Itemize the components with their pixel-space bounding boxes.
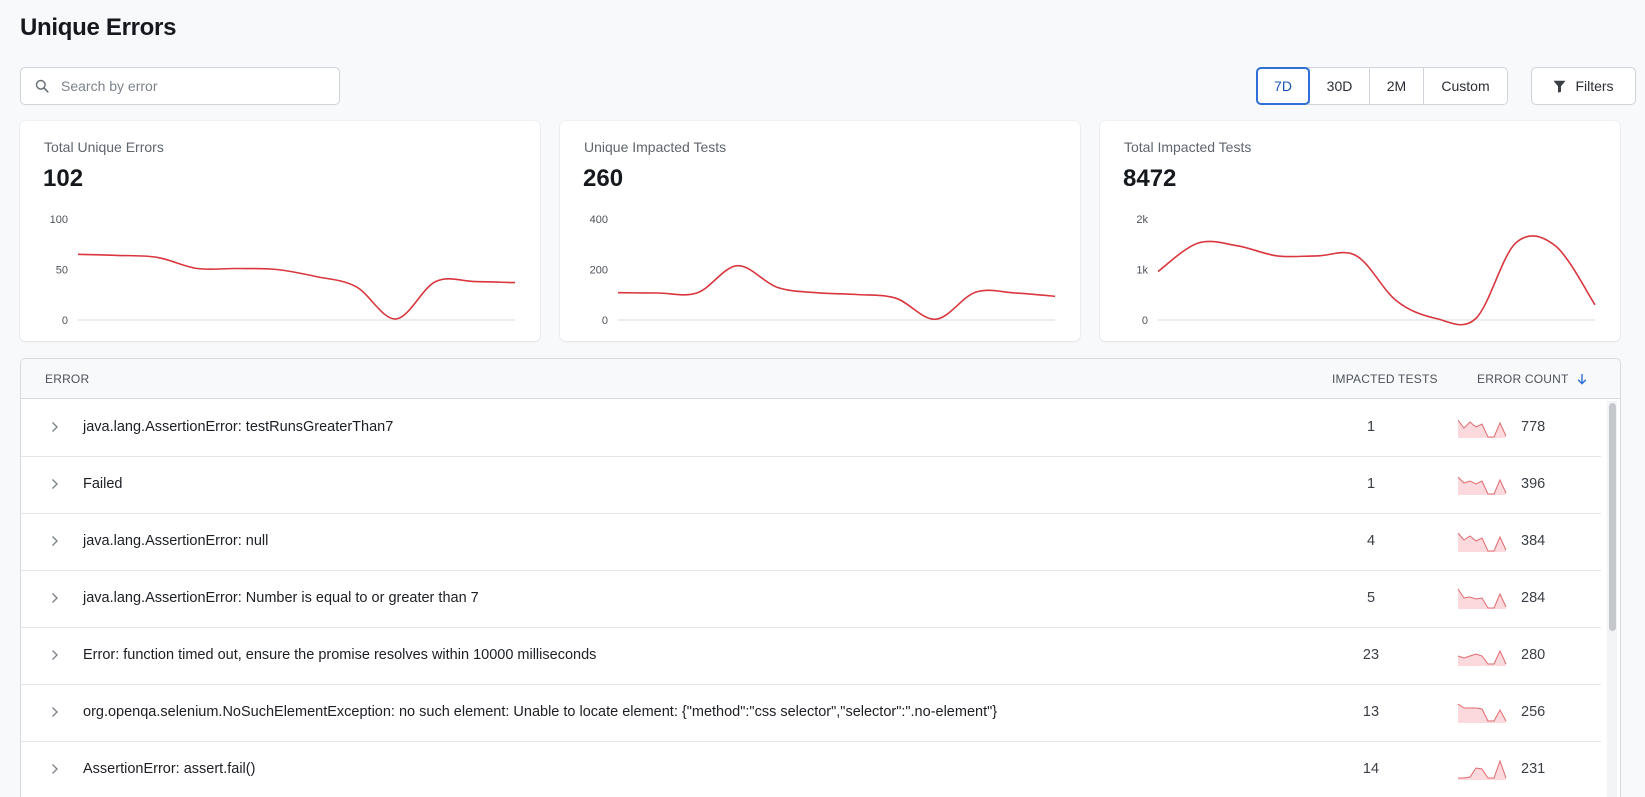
table-row[interactable]: AssertionError: assert.fail() 14 231 bbox=[21, 742, 1601, 797]
sparkline-area bbox=[1458, 420, 1506, 438]
chevron-right-icon[interactable] bbox=[51, 649, 59, 661]
column-header-error[interactable]: ERROR bbox=[45, 372, 89, 386]
error-count: 778 bbox=[1521, 419, 1546, 435]
table-header: ERROR IMPACTED TESTS ERROR COUNT bbox=[21, 359, 1620, 399]
table-row[interactable]: Error: function timed out, ensure the pr… bbox=[21, 628, 1601, 685]
trend-line bbox=[1157, 235, 1596, 326]
y-axis-tick-label: 0 bbox=[602, 315, 608, 327]
date-range-selector: 7D 30D 2M Custom bbox=[1256, 67, 1508, 105]
error-count: 284 bbox=[1521, 590, 1546, 606]
table-row[interactable]: java.lang.AssertionError: Number is equa… bbox=[21, 571, 1601, 628]
impacted-tests-count: 4 bbox=[1366, 533, 1376, 549]
error-count: 280 bbox=[1521, 647, 1546, 663]
errors-table: ERROR IMPACTED TESTS ERROR COUNT java.la… bbox=[20, 358, 1621, 797]
scrollbar-thumb[interactable] bbox=[1609, 403, 1616, 631]
y-axis-tick-label: 100 bbox=[50, 214, 68, 226]
y-axis-tick-label: 2k bbox=[1136, 214, 1148, 226]
trend-line bbox=[617, 264, 1056, 321]
chevron-right-icon[interactable] bbox=[51, 763, 59, 775]
y-axis-tick-label: 0 bbox=[62, 315, 68, 327]
metric-trend-chart: 2k 1k 0 bbox=[1136, 214, 1596, 327]
sparkline-area bbox=[1458, 477, 1506, 495]
impacted-tests-count: 23 bbox=[1362, 647, 1380, 663]
error-count: 231 bbox=[1521, 761, 1546, 777]
error-message: Failed bbox=[83, 476, 123, 492]
range-2m-button[interactable]: 2M bbox=[1369, 68, 1423, 104]
page-title: Unique Errors bbox=[20, 14, 177, 41]
metric-card-total-impacted-tests: Total Impacted Tests 8472 2k 1k 0 bbox=[1100, 121, 1620, 341]
metric-trend-chart: 100 50 0 bbox=[50, 214, 516, 327]
search-input[interactable] bbox=[61, 78, 321, 94]
filters-label: Filters bbox=[1575, 78, 1614, 94]
metric-trend-chart: 400 200 0 bbox=[590, 214, 1056, 327]
y-axis-tick-label: 200 bbox=[590, 265, 608, 277]
chevron-right-icon[interactable] bbox=[51, 535, 59, 547]
search-icon bbox=[35, 79, 49, 93]
trend-line bbox=[77, 253, 516, 320]
chevron-right-icon[interactable] bbox=[51, 706, 59, 718]
chevron-right-icon[interactable] bbox=[51, 478, 59, 490]
range-30d-button[interactable]: 30D bbox=[1309, 68, 1369, 104]
error-count: 384 bbox=[1521, 533, 1546, 549]
chevron-right-icon[interactable] bbox=[51, 421, 59, 433]
error-message: java.lang.AssertionError: null bbox=[83, 533, 269, 549]
impacted-tests-count: 1 bbox=[1366, 419, 1376, 435]
error-count-sparkline bbox=[1457, 532, 1507, 552]
table-row[interactable]: java.lang.AssertionError: null 4 384 bbox=[21, 514, 1601, 571]
search-box[interactable] bbox=[20, 67, 340, 105]
error-count-sparkline bbox=[1457, 703, 1507, 723]
filters-button[interactable]: Filters bbox=[1531, 67, 1636, 105]
sparkline-area bbox=[1458, 704, 1506, 723]
error-count-sparkline bbox=[1458, 759, 1507, 780]
error-message: Error: function timed out, ensure the pr… bbox=[83, 647, 597, 663]
metric-card-unique-impacted-tests: Unique Impacted Tests 260 400 200 0 bbox=[560, 121, 1080, 341]
impacted-tests-count: 13 bbox=[1362, 704, 1380, 720]
error-count-sparkline bbox=[1457, 588, 1507, 609]
sort-descending-icon[interactable] bbox=[1577, 373, 1587, 385]
y-axis-tick-label: 400 bbox=[590, 214, 608, 226]
error-count-sparkline bbox=[1457, 476, 1507, 495]
y-axis-tick-label: 50 bbox=[56, 265, 68, 277]
error-message: AssertionError: assert.fail() bbox=[83, 761, 256, 777]
error-message: org.openqa.selenium.NoSuchElementExcepti… bbox=[83, 704, 998, 720]
error-count: 396 bbox=[1521, 476, 1546, 492]
range-custom-button[interactable]: Custom bbox=[1423, 68, 1507, 104]
filter-icon bbox=[1553, 80, 1566, 93]
sparkline-area bbox=[1458, 589, 1506, 609]
error-message: java.lang.AssertionError: testRunsGreate… bbox=[83, 419, 394, 435]
column-header-impacted-tests[interactable]: IMPACTED TESTS bbox=[1332, 372, 1438, 386]
column-header-error-count-label: ERROR COUNT bbox=[1477, 372, 1569, 386]
metric-card-total-unique-errors: Total Unique Errors 102 100 50 0 bbox=[20, 121, 540, 341]
y-axis-tick-label: 1k bbox=[1136, 265, 1148, 277]
impacted-tests-count: 5 bbox=[1366, 590, 1376, 606]
table-row[interactable]: java.lang.AssertionError: testRunsGreate… bbox=[21, 400, 1601, 457]
error-message: java.lang.AssertionError: Number is equa… bbox=[83, 590, 479, 606]
error-count-sparkline bbox=[1457, 419, 1507, 438]
table-row[interactable]: Failed 1 396 bbox=[21, 457, 1601, 514]
error-count-sparkline bbox=[1457, 649, 1507, 666]
column-header-error-count[interactable]: ERROR COUNT bbox=[1477, 372, 1587, 386]
error-count: 256 bbox=[1521, 704, 1546, 720]
sparkline-area bbox=[1458, 533, 1506, 552]
chevron-right-icon[interactable] bbox=[51, 592, 59, 604]
impacted-tests-count: 1 bbox=[1366, 476, 1376, 492]
table-row[interactable]: org.openqa.selenium.NoSuchElementExcepti… bbox=[21, 685, 1601, 742]
y-axis-tick-label: 0 bbox=[1142, 315, 1148, 327]
impacted-tests-count: 14 bbox=[1362, 761, 1380, 777]
range-7d-button[interactable]: 7D bbox=[1256, 67, 1310, 105]
